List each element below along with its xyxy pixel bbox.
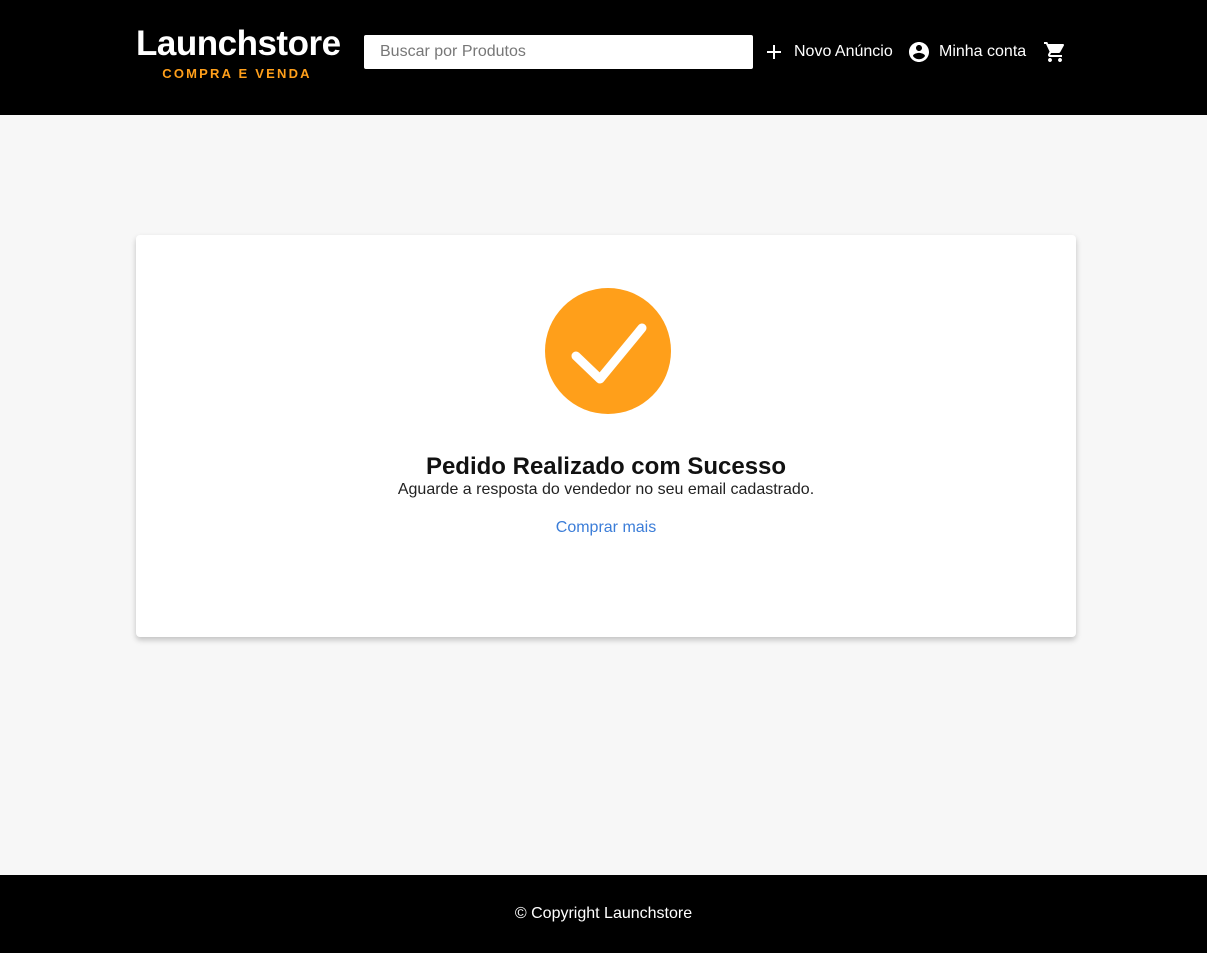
account-link[interactable]: Minha conta — [907, 38, 1026, 66]
buy-more-link[interactable]: Comprar mais — [136, 518, 1076, 538]
check-circle-icon — [545, 288, 671, 414]
main-content: Pedido Realizado com Sucesso Aguarde a r… — [0, 115, 1207, 875]
footer-copyright: © Copyright Launchstore — [514, 905, 693, 922]
account-circle-icon — [907, 40, 931, 64]
success-card: Pedido Realizado com Sucesso Aguarde a r… — [136, 235, 1076, 637]
success-title: Pedido Realizado com Sucesso — [425, 453, 787, 480]
footer: © Copyright Launchstore — [0, 875, 1207, 953]
new-ad-label: Novo Anúncio — [794, 43, 893, 60]
cart-link[interactable] — [1043, 40, 1067, 64]
shopping-cart-icon — [1043, 42, 1067, 68]
logo-title: Launchstore — [136, 24, 341, 63]
plus-icon — [762, 40, 786, 64]
search-input[interactable] — [364, 35, 753, 69]
top-header: Launchstore COMPRA E VENDA Novo Anúncio … — [0, 0, 1207, 115]
account-label: Minha conta — [939, 43, 1027, 60]
logo-subtitle: COMPRA E VENDA — [162, 66, 312, 81]
success-message: Aguarde a resposta do vendedor no seu em… — [397, 481, 815, 498]
logo-link[interactable]: Launchstore COMPRA E VENDA — [136, 24, 341, 82]
new-ad-link[interactable]: Novo Anúncio — [762, 38, 893, 66]
